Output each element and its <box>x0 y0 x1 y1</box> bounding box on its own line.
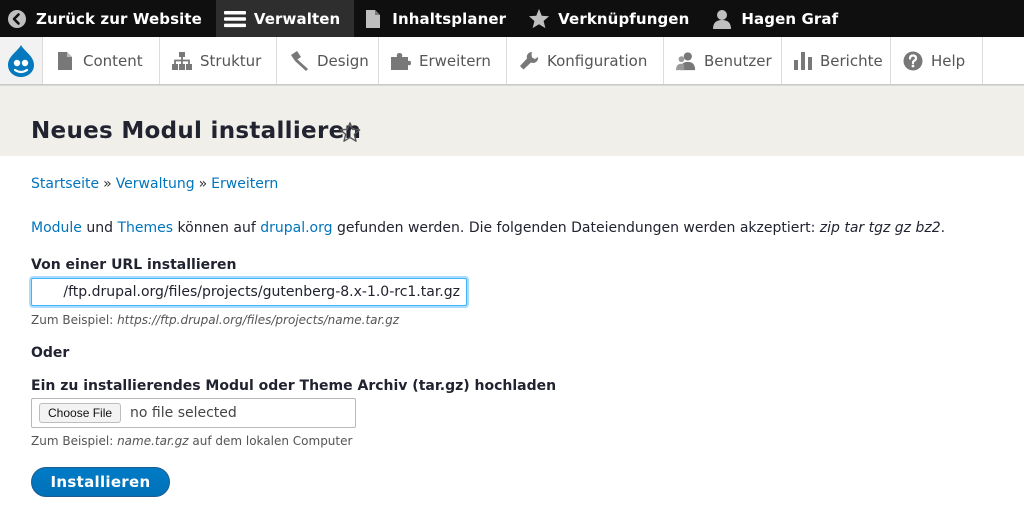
shortcuts-tab[interactable]: Verknüpfungen <box>520 0 703 37</box>
shortcut-star-icon[interactable] <box>339 121 361 143</box>
user-label: Hagen Graf <box>741 9 839 28</box>
content-planner-tab[interactable]: Inhaltsplaner <box>354 0 520 37</box>
wrench-icon <box>519 51 539 71</box>
url-example-prefix: Zum Beispiel: <box>31 313 114 327</box>
structure-icon <box>172 51 192 71</box>
file-status: no file selected <box>130 405 237 421</box>
choose-file-button[interactable]: Choose File <box>39 403 122 423</box>
back-to-site-link[interactable]: Zurück zur Website <box>0 0 216 37</box>
drupal-drop-icon <box>8 44 34 77</box>
breadcrumb-extend[interactable]: Erweitern <box>211 176 278 192</box>
back-to-site-label: Zurück zur Website <box>36 9 202 28</box>
user-icon <box>711 8 733 30</box>
drupal-org-link[interactable]: drupal.org <box>260 220 332 236</box>
menu-structure[interactable]: Struktur <box>160 37 277 84</box>
install-button[interactable]: Installieren <box>31 467 170 497</box>
intro-and: und <box>86 220 114 236</box>
url-input-value: /ftp.drupal.org/files/projects/gutenberg… <box>63 284 460 300</box>
admin-tray: Content Struktur Design Erweitern Konfig… <box>0 37 1024 85</box>
upload-example: Zum Beispiel: name.tar.gz auf dem lokale… <box>31 434 352 448</box>
accepted-extensions: zip tar tgz gz bz2 <box>819 220 941 236</box>
bar-chart-icon <box>794 51 812 71</box>
puzzle-icon <box>391 51 411 71</box>
intro-found-text: gefunden werden. Die folgenden Dateiendu… <box>336 220 816 236</box>
page-title: Neues Modul installieren <box>31 118 362 144</box>
people-icon <box>676 51 696 71</box>
themes-link[interactable]: Themes <box>117 220 173 236</box>
breadcrumb-administration[interactable]: Verwaltung <box>116 176 195 192</box>
page-icon <box>55 51 75 71</box>
star-filled-icon <box>528 8 550 30</box>
shortcuts-label: Verknüpfungen <box>558 9 690 28</box>
menu-structure-label: Struktur <box>200 51 262 70</box>
upload-label: Ein zu installierendes Modul oder Theme … <box>31 378 557 394</box>
menu-reports-label: Berichte <box>820 51 883 70</box>
upload-example-suffix: auf dem lokalen Computer <box>192 434 353 448</box>
menu-content-label: Content <box>83 51 143 70</box>
content-planner-label: Inhaltsplaner <box>392 9 507 28</box>
breadcrumb-home[interactable]: Startseite <box>31 176 99 192</box>
url-example: Zum Beispiel: https://ftp.drupal.org/fil… <box>31 313 399 327</box>
menu-people[interactable]: Benutzer <box>664 37 782 84</box>
menu-icon <box>223 8 246 30</box>
modules-link[interactable]: Module <box>31 220 82 236</box>
file-upload-field: Choose File no file selected <box>31 398 356 428</box>
intro-found-on: können auf <box>177 220 256 236</box>
menu-people-label: Benutzer <box>704 51 772 70</box>
upload-example-prefix: Zum Beispiel: <box>31 434 114 448</box>
menu-help-label: Help <box>931 51 966 70</box>
url-install-label: Von einer URL installieren <box>31 257 237 273</box>
help-icon <box>903 51 923 71</box>
menu-configuration[interactable]: Konfiguration <box>507 37 664 84</box>
breadcrumb-separator: » <box>103 176 112 192</box>
manage-tab-label: Verwalten <box>253 9 341 28</box>
menu-content[interactable]: Content <box>43 37 160 84</box>
upload-example-value: name.tar.gz <box>117 434 189 448</box>
breadcrumb: Startseite» Verwaltung» Erweitern <box>31 176 278 192</box>
menu-extend[interactable]: Erweitern <box>379 37 507 84</box>
back-arrow-icon <box>6 8 28 30</box>
menu-reports[interactable]: Berichte <box>782 37 891 84</box>
menu-help[interactable]: Help <box>891 37 983 84</box>
url-example-value: https://ftp.drupal.org/files/projects/na… <box>117 313 400 327</box>
or-label: Oder <box>31 345 70 361</box>
menu-extend-label: Erweitern <box>419 51 491 70</box>
menu-design[interactable]: Design <box>277 37 379 84</box>
menu-design-label: Design <box>317 51 369 70</box>
intro-text: Module und Themes können auf drupal.org … <box>31 220 945 236</box>
document-icon <box>362 8 384 30</box>
manage-tab[interactable]: Verwalten <box>215 0 355 37</box>
brush-icon <box>289 50 309 71</box>
drupal-logo[interactable] <box>0 37 43 84</box>
url-input[interactable]: /ftp.drupal.org/files/projects/gutenberg… <box>31 278 467 306</box>
intro-period: . <box>940 220 946 236</box>
top-toolbar: Zurück zur Website Verwalten Inhaltsplan… <box>0 0 1024 37</box>
menu-configuration-label: Konfiguration <box>547 51 648 70</box>
user-tab[interactable]: Hagen Graf <box>703 0 852 37</box>
breadcrumb-separator: » <box>198 176 208 192</box>
